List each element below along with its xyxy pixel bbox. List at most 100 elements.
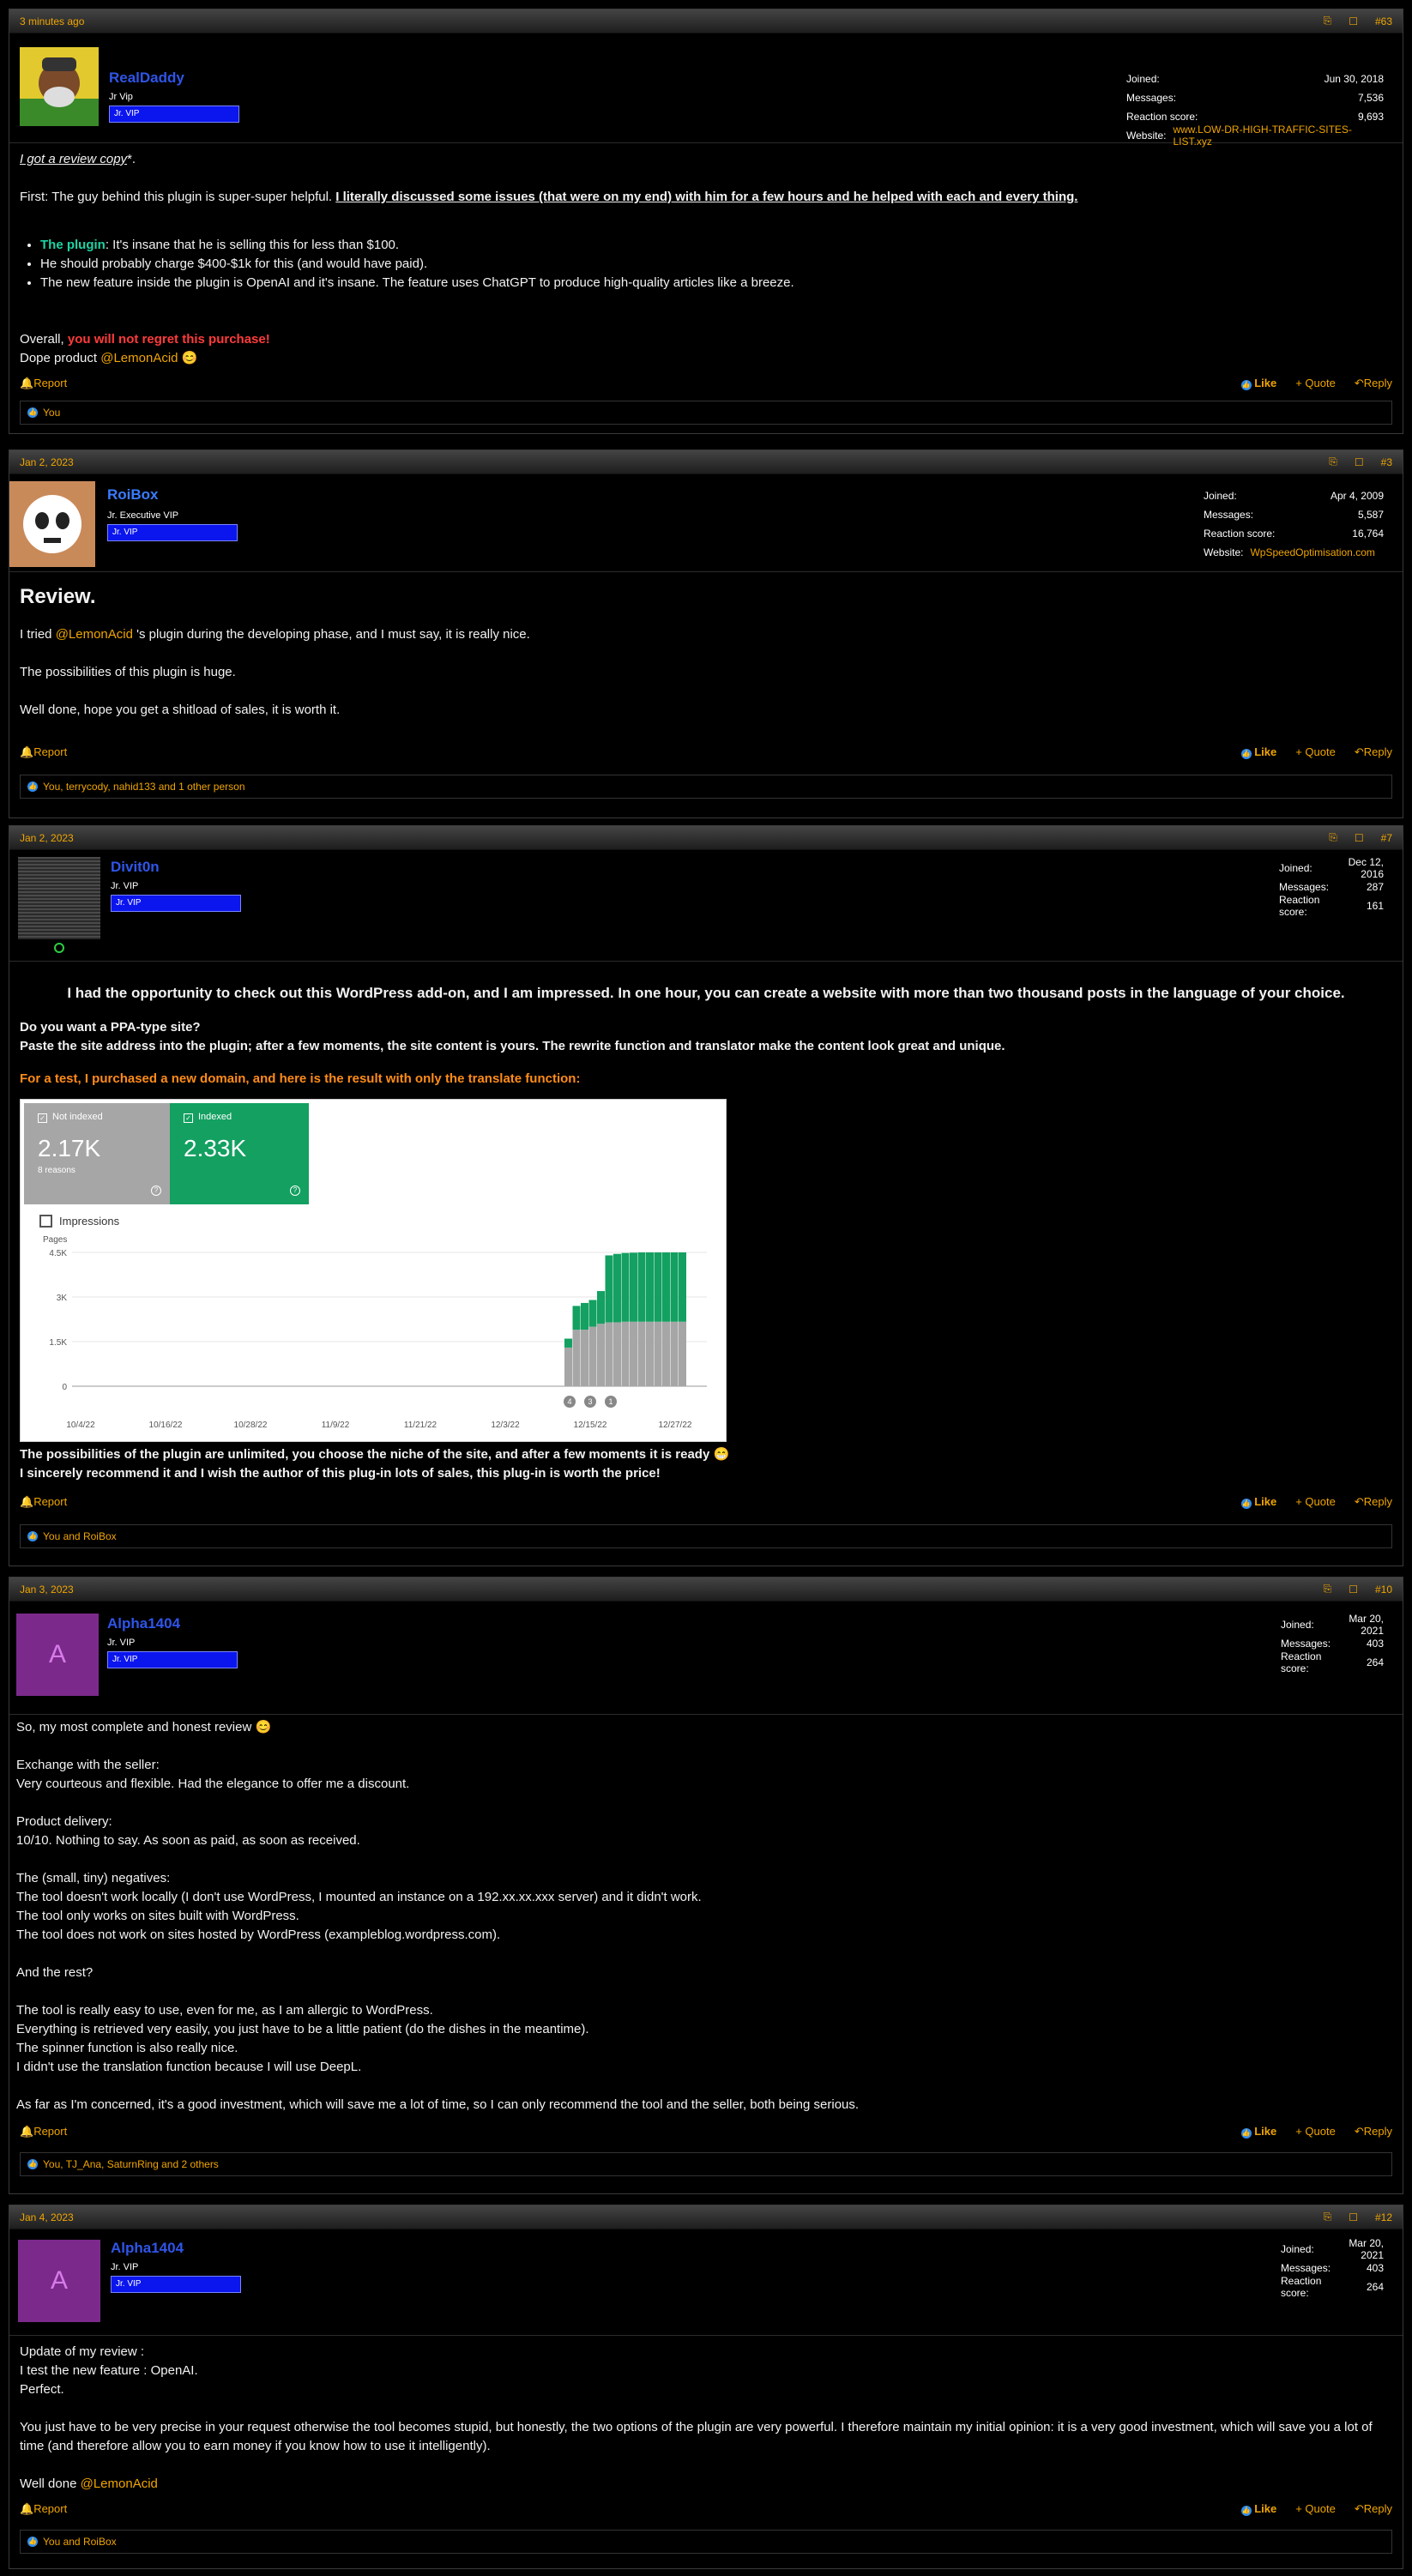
user-info: A Alpha1404 Jr. VIP Jr. VIP Joined: Mar 2… — [9, 1602, 1403, 1715]
text: I literally discussed some issues (that … — [335, 190, 1078, 204]
quote-button[interactable]: + Quote — [1295, 377, 1336, 390]
avatar[interactable] — [18, 857, 100, 939]
like-button[interactable]: 👍 Like — [1240, 377, 1276, 390]
reply-button[interactable]: ↶Reply — [1355, 2125, 1392, 2139]
post-time[interactable]: Jan 2, 2023 — [20, 832, 74, 844]
avatar-image — [9, 481, 95, 567]
x-tick-label: 11/9/22 — [322, 1421, 350, 1430]
mention-link[interactable]: @LemonAcid — [56, 627, 133, 642]
highlight-text: The plugin — [40, 238, 106, 252]
reply-label: Reply — [1363, 2502, 1392, 2515]
avatar[interactable] — [20, 47, 99, 126]
reactions-list[interactable]: You and RoiBox — [43, 2536, 117, 2548]
stat-label: Messages: — [1281, 2262, 1331, 2274]
bookmark-icon[interactable]: ☐ — [1349, 15, 1358, 27]
reactions-list[interactable]: You and RoiBox — [43, 1530, 117, 1542]
post-number[interactable]: #63 — [1375, 15, 1392, 27]
report-button[interactable]: 🔔Report — [20, 2502, 67, 2516]
thumb-icon: 👍 — [1240, 2506, 1252, 2516]
post-time[interactable]: Jan 3, 2023 — [20, 1584, 74, 1596]
online-indicator-icon — [54, 943, 64, 953]
like-button[interactable]: 👍 Like — [1240, 2125, 1276, 2139]
report-button[interactable]: 🔔Report — [20, 1495, 67, 1509]
post-time[interactable]: Jan 2, 2023 — [20, 456, 74, 468]
bar-indexed — [670, 1252, 679, 1322]
emoji: 😊 — [255, 1720, 272, 1734]
report-button[interactable]: 🔔Report — [20, 745, 67, 759]
share-icon[interactable]: ⎘ — [1324, 15, 1332, 27]
like-button[interactable]: 👍 Like — [1240, 745, 1276, 759]
reactions-list[interactable]: You, TJ_Ana, SaturnRing and 2 others — [43, 2158, 219, 2170]
post-number[interactable]: #10 — [1375, 1584, 1392, 1596]
report-button[interactable]: 🔔Report — [20, 377, 67, 390]
reactions-bar: 👍 You — [20, 401, 1392, 425]
bookmark-icon[interactable]: ☐ — [1349, 1584, 1358, 1596]
quote-button[interactable]: + Quote — [1295, 745, 1336, 759]
post-number[interactable]: #12 — [1375, 2211, 1392, 2223]
mention-link[interactable]: @LemonAcid — [81, 2476, 158, 2491]
impressions-toggle[interactable]: Impressions — [39, 1215, 119, 1228]
text: The tool doesn't work locally (I don't u… — [16, 1890, 702, 1904]
report-label: Report — [33, 1495, 68, 1508]
stat-value: 403 — [1366, 1638, 1384, 1650]
x-tick-label: 12/27/22 — [659, 1421, 692, 1430]
review-copy-link[interactable]: I got a review copy — [20, 152, 127, 166]
post-time[interactable]: 3 minutes ago — [20, 15, 84, 27]
share-icon[interactable]: ⎘ — [1324, 1583, 1332, 1596]
stat-value: Jun 30, 2018 — [1324, 73, 1384, 85]
bookmark-icon[interactable]: ☐ — [1355, 832, 1364, 844]
text: Everything is retrieved very easily, you… — [16, 2022, 589, 2036]
quote-button[interactable]: + Quote — [1295, 1495, 1336, 1509]
text: *. — [127, 152, 136, 166]
website-link[interactable]: WpSpeedOptimisation.com — [1250, 546, 1374, 558]
post-actions: 🔔Report 👍 Like + Quote ↶Reply — [9, 377, 1403, 394]
avatar[interactable]: A — [18, 2240, 100, 2322]
checkbox-icon: ✓ — [184, 1113, 193, 1123]
avatar[interactable]: A — [16, 1614, 99, 1696]
post-7: Jan 2, 2023 ⎘ ☐ #7 Divit0n Jr. VIP Jr. V… — [9, 825, 1403, 1566]
quote-button[interactable]: + Quote — [1295, 2125, 1336, 2139]
mention-link[interactable]: @LemonAcid — [100, 351, 178, 365]
post-header: Jan 2, 2023 ⎘ ☐ #3 — [9, 450, 1403, 474]
stat-value: 9,693 — [1357, 111, 1384, 123]
share-icon[interactable]: ⎘ — [1324, 2211, 1332, 2223]
post-number[interactable]: #3 — [1381, 456, 1392, 468]
username[interactable]: Alpha1404 — [111, 2240, 184, 2257]
reply-button[interactable]: ↶Reply — [1355, 1495, 1392, 1509]
thumb-icon: 👍 — [27, 2537, 38, 2547]
website-link[interactable]: www.LOW-DR-HIGH-TRAFFIC-SITES-LIST.xyz — [1173, 124, 1384, 148]
avatar[interactable] — [9, 481, 95, 567]
thumb-icon: 👍 — [27, 781, 38, 792]
like-button[interactable]: 👍 Like — [1240, 2502, 1276, 2516]
post-header: Jan 3, 2023 ⎘ ☐ #10 — [9, 1578, 1403, 1602]
reply-label: Reply — [1363, 2125, 1392, 2138]
like-label: Like — [1254, 1495, 1277, 1508]
share-icon[interactable]: ⎘ — [1329, 831, 1337, 844]
reactions-list[interactable]: You — [43, 407, 60, 419]
post-header: Jan 2, 2023 ⎘ ☐ #7 — [9, 826, 1403, 850]
share-icon[interactable]: ⎘ — [1329, 455, 1337, 468]
username[interactable]: Alpha1404 — [107, 1615, 180, 1632]
report-button[interactable]: 🔔Report — [20, 2125, 67, 2139]
reactions-bar: 👍 You, terrycody, nahid133 and 1 other pe… — [20, 775, 1392, 799]
bookmark-icon[interactable]: ☐ — [1355, 456, 1364, 468]
x-tick-label: 10/4/22 — [66, 1421, 95, 1430]
reactions-list[interactable]: You, terrycody, nahid133 and 1 other per… — [43, 781, 245, 793]
bookmark-icon[interactable]: ☐ — [1349, 2211, 1358, 2223]
bar-not-indexed — [630, 1321, 637, 1386]
reply-button[interactable]: ↶Reply — [1355, 377, 1392, 390]
bar-not-indexed — [564, 1347, 572, 1386]
like-button[interactable]: 👍 Like — [1240, 1495, 1277, 1509]
username[interactable]: RoiBox — [107, 486, 159, 504]
indexed-tile: ✓ Indexed 2.33K ? — [170, 1103, 309, 1204]
post-number[interactable]: #7 — [1381, 832, 1392, 844]
quote-button[interactable]: + Quote — [1295, 2502, 1336, 2516]
post-time[interactable]: Jan 4, 2023 — [20, 2211, 74, 2223]
reply-button[interactable]: ↶Reply — [1355, 2502, 1392, 2516]
highlight-text: you will not regret this purchase! — [67, 332, 270, 347]
username[interactable]: Divit0n — [111, 859, 160, 876]
reply-button[interactable]: ↶Reply — [1355, 745, 1392, 759]
username[interactable]: RealDaddy — [109, 69, 184, 87]
thumb-icon: 👍 — [1240, 749, 1252, 759]
checkbox-icon — [39, 1215, 52, 1228]
